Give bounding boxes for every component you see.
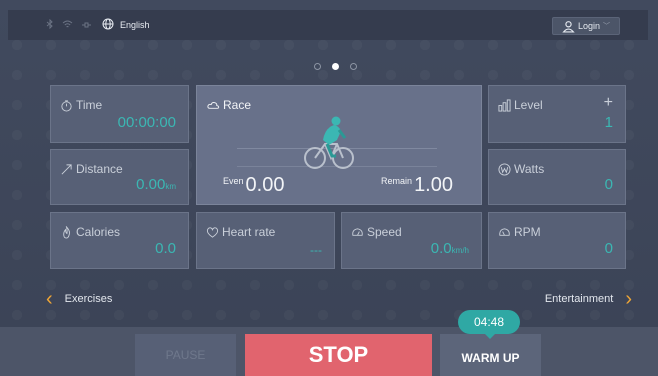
remain-label: Remain	[381, 176, 413, 186]
gauge-icon	[498, 226, 511, 239]
exercises-nav[interactable]: ‹ Exercises	[46, 289, 113, 309]
page-dot[interactable]	[350, 63, 357, 70]
globe-icon[interactable]	[102, 18, 114, 33]
login-label: Login	[577, 21, 601, 31]
level-label: Level	[514, 98, 543, 112]
calories-label-group: Calories	[60, 225, 120, 239]
cyclist-icon	[304, 116, 354, 169]
diagonal-arrow-icon	[60, 163, 73, 176]
even-group: Even 0.00	[223, 174, 284, 197]
calories-label: Calories	[76, 225, 121, 239]
rpm-tile: RPM 0	[488, 212, 626, 269]
stopwatch-icon	[60, 99, 73, 112]
level-increase-button[interactable]: +	[604, 94, 613, 112]
time-tile: Time 00:00:00	[50, 85, 189, 143]
speed-label: Speed	[367, 225, 402, 239]
speed-value-group: 0.0km/h	[431, 240, 469, 257]
remain-value: 1.00	[414, 174, 453, 196]
race-label-group: Race	[207, 98, 251, 112]
level-label-group: Level	[498, 98, 543, 112]
speed-tile: Speed 0.0km/h	[341, 212, 482, 269]
entertainment-nav[interactable]: Entertainment ›	[545, 289, 632, 309]
distance-tile: Distance 0.00km	[50, 149, 189, 205]
chevron-right-icon[interactable]: ›	[625, 289, 632, 309]
calories-tile: Calories 0.0	[50, 212, 189, 269]
speedometer-icon	[351, 226, 364, 239]
user-icon	[562, 20, 575, 33]
heart-rate-label: Heart rate	[222, 225, 276, 239]
page-indicator	[314, 63, 357, 70]
chevron-down-icon: ﹀	[603, 23, 611, 30]
distance-unit: km	[165, 182, 176, 191]
distance-value: 0.00	[136, 176, 166, 193]
speed-label-group: Speed	[351, 225, 402, 239]
level-value: 1	[604, 114, 613, 131]
language-selector[interactable]: English	[120, 20, 150, 30]
pause-button[interactable]: PAUSE	[135, 334, 236, 376]
link-icon	[81, 20, 92, 31]
bars-icon	[498, 98, 511, 112]
rpm-label: RPM	[514, 225, 541, 239]
distance-label: Distance	[76, 162, 123, 176]
chevron-left-icon[interactable]: ‹	[46, 289, 53, 309]
rpm-label-group: RPM	[498, 225, 541, 239]
time-label: Time	[76, 98, 103, 112]
wifi-icon	[62, 20, 73, 31]
watts-value: 0	[604, 176, 613, 193]
watts-tile: Watts 0	[488, 149, 626, 205]
distance-label-group: Distance	[60, 162, 123, 176]
race-label: Race	[223, 98, 252, 112]
entertainment-label[interactable]: Entertainment	[545, 293, 613, 305]
heart-rate-value: ---	[310, 243, 322, 257]
flame-icon	[60, 225, 73, 239]
w-circle-icon	[498, 162, 511, 176]
bluetooth-icon	[46, 18, 54, 31]
level-tile: Level + 1	[488, 85, 626, 143]
heart-rate-label-group: Heart rate	[206, 225, 275, 239]
heart-rate-tile: Heart rate ---	[196, 212, 335, 269]
speed-unit: km/h	[451, 246, 469, 255]
remain-group: Remain 1.00	[381, 174, 453, 197]
speed-value: 0.0	[430, 240, 452, 257]
exercises-label[interactable]: Exercises	[65, 293, 113, 305]
calories-value: 0.0	[155, 240, 176, 257]
login-button[interactable]: Login ﹀	[552, 17, 620, 35]
cloud-icon	[207, 99, 220, 112]
even-value: 0.00	[245, 174, 285, 196]
top-status-bar: English Login ﹀	[8, 10, 648, 40]
race-panel[interactable]: Race Even 0.00 Remain 1.00	[196, 85, 482, 205]
page-dot-active[interactable]	[332, 63, 339, 70]
watts-label-group: Watts	[498, 162, 544, 176]
stop-button[interactable]: STOP	[245, 334, 432, 376]
time-label-group: Time	[60, 98, 102, 112]
distance-value-group: 0.00km	[136, 176, 176, 193]
heart-icon	[206, 226, 219, 239]
watts-label: Watts	[514, 162, 545, 176]
page-dot[interactable]	[314, 63, 321, 70]
warm-up-timer-badge: 04:48	[458, 310, 520, 339]
rpm-value: 0	[604, 240, 613, 257]
even-label: Even	[223, 176, 244, 186]
time-value: 00:00:00	[117, 114, 176, 131]
app-screen: English Login ﹀ Time 00:00:00 Distance 0…	[0, 0, 658, 376]
warm-up-button[interactable]: WARM UP	[440, 334, 541, 376]
